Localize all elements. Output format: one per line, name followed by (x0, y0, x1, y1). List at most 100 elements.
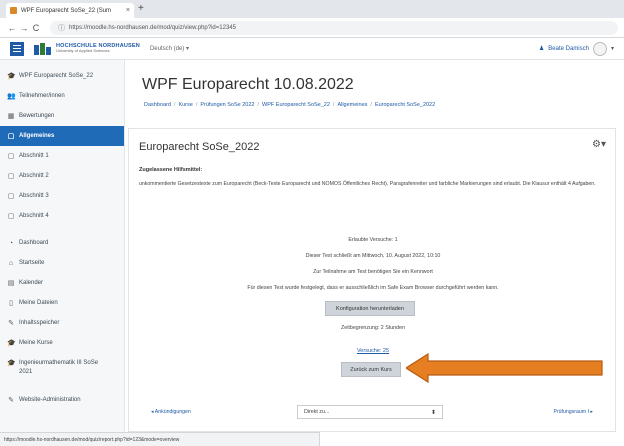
sidebar-item-ingenieurmathematik-iii-sose-2021[interactable]: 🎓 Ingenieurmathematik III SoSe 2021 (0, 353, 124, 383)
sidebar-item-label: Website-Administration (19, 397, 81, 403)
users-icon: 👥 (7, 93, 16, 100)
top-navbar: HOCHSCHULE NORDHAUSEN University of Appl… (0, 38, 624, 60)
sidebar-item-abschnitt-2[interactable]: ▢ Abschnitt 2 (0, 166, 124, 186)
reload-icon[interactable]: C (30, 23, 42, 33)
sidebar-item-label: Allgemeines (19, 133, 55, 139)
sidebar-item-allgemeines[interactable]: ▢ Allgemeines (0, 126, 124, 146)
sidebar-item-wpf-europarecht-sose-22[interactable]: 🎓 WPF Europarecht SoSe_22 (0, 66, 124, 86)
folder-icon: ▢ (7, 213, 15, 220)
sidebar-item-kalender[interactable]: ▤ Kalender (0, 273, 124, 293)
sidebar-item-label: Inhaltsspeicher (19, 320, 60, 326)
sidebar-item-label: Kalender (19, 280, 44, 286)
page-title: WPF Europarecht 10.08.2022 (142, 76, 354, 93)
previous-activity-link[interactable]: ◂ Ankündigungen (151, 409, 191, 415)
menu-toggle-icon[interactable] (10, 41, 24, 56)
dashboard-icon: ◔ (8, 239, 14, 247)
page-header: WPF Europarecht 10.08.2022 Dashboard / Kur… (126, 60, 618, 126)
sidebar-item-site-admin[interactable]: ✎ Website-Administration (0, 390, 124, 410)
sidebar-item-abschnitt-4[interactable]: ▢ Abschnitt 4 (0, 206, 124, 226)
sidebar-item-abschnitt-1[interactable]: ▢ Abschnitt 1 (0, 146, 124, 166)
browser-tab-bar: WPF Europarecht SoSe_22 (Sum × + (0, 0, 624, 18)
logo-subtitle: University of Applied Sciences (56, 48, 110, 54)
password-notice: Zur Teilnahme am Test benötigen Sie ein … (313, 269, 433, 275)
wrench-icon: ✎ (8, 397, 14, 404)
lock-icon: ⓘ (58, 24, 65, 32)
url-text: https://moodle.hs-nordhausen.de/mod/quiz… (69, 24, 236, 31)
sidebar-item-label: Bewertungen (19, 113, 55, 119)
chevron-down-icon: ▾ (610, 46, 614, 52)
breadcrumb-link[interactable]: Europarecht SoSe_2022 (375, 102, 435, 108)
select-arrow-icon: ⬍ (430, 409, 436, 416)
folder-icon: ▢ (7, 193, 15, 200)
breadcrumb-link[interactable]: WPF Europarecht SoSe_22 (262, 102, 330, 108)
activity-navigation: ◂ Ankündigungen Direkt zu... ⬍ Prüfungsr… (129, 405, 617, 421)
breadcrumb-link[interactable]: Dashboard (144, 102, 171, 108)
calendar-icon: ▤ (7, 280, 15, 287)
quiz-title: Europarecht SoSe_2022 (139, 141, 260, 153)
annotation-arrow-icon (406, 353, 603, 383)
sidebar-item-teilnehmer-innen[interactable]: 👥 Teilnehmer/innen (0, 86, 124, 106)
sidebar-item-label: Dashboard (19, 240, 49, 246)
attempts-allowed: Erlaubte Versuche: 1 (348, 237, 398, 243)
quiz-card: Europarecht SoSe_2022 ⚙▾ Zugelassene Hil… (128, 128, 616, 432)
browser-status-bar: https://moodle.hs-nordhausen.de/mod/quiz… (0, 432, 320, 446)
sidebar-item-inhaltsspeicher[interactable]: ✎ Inhaltsspeicher (0, 313, 124, 333)
breadcrumb-link[interactable]: Prüfungen SoSe 2022 (200, 102, 254, 108)
sidebar-item-label: Meine Kurse (19, 340, 53, 346)
browser-tab[interactable]: WPF Europarecht SoSe_22 (Sum × (6, 3, 134, 18)
quiz-description: unkommentierte Gesetzestexte zum Europar… (139, 181, 596, 187)
sidebar-item-label: Abschnitt 1 (19, 153, 49, 159)
next-activity-link[interactable]: Prüfungsraum I ▸ (553, 409, 593, 415)
new-tab-icon[interactable]: + (138, 3, 144, 14)
breadcrumb-separator: / (173, 102, 176, 108)
user-name: Beate Damisch (548, 45, 589, 52)
sidebar-item-bewertungen[interactable]: ▦ Bewertungen (0, 106, 124, 126)
breadcrumb-link[interactable]: Kurse (178, 102, 192, 108)
home-icon: ⌂ (8, 259, 14, 267)
breadcrumb-separator: / (370, 102, 372, 108)
sidebar-item-meine-dateien[interactable]: ▯ Meine Dateien (0, 293, 124, 313)
quiz-close-date: Dieser Test schließt am Mittwoch, 10. Au… (305, 253, 441, 259)
jump-to-select[interactable]: Direkt zu... ⬍ (297, 405, 443, 419)
sidebar-item-label: Teilnehmer/innen (19, 93, 65, 99)
gear-icon[interactable]: ⚙▾ (592, 139, 606, 150)
back-icon[interactable]: ← (6, 23, 18, 33)
breadcrumb-separator: / (257, 102, 260, 108)
address-bar: ← → C ⓘ https://moodle.hs-nordhausen.de/… (0, 18, 624, 38)
user-menu[interactable]: ♟ Beate Damisch ▾ (539, 41, 614, 56)
sidebar-item-abschnitt-3[interactable]: ▢ Abschnitt 3 (0, 186, 124, 206)
folder-icon: ▢ (7, 133, 15, 140)
jump-to-value: Direkt zu... (304, 409, 330, 415)
language-menu[interactable]: Deutsch (de) ▾ (150, 45, 189, 52)
sidebar-item-label: Abschnitt 3 (19, 193, 49, 199)
breadcrumb: Dashboard / Kurse / Prüfungen SoSe 2022/WPF … (144, 102, 435, 108)
safe-browser-notice: Für diesen Test wurde festgelegt, dass e… (247, 285, 499, 291)
forward-icon[interactable]: → (18, 23, 30, 33)
breadcrumb-separator: / (195, 102, 198, 108)
sidebar-item-meine-kurse[interactable]: 🎓 Meine Kurse (0, 333, 124, 353)
pencil-icon: ✎ (8, 320, 14, 327)
tab-title: WPF Europarecht SoSe_22 (Sum (21, 7, 112, 14)
sidebar-item-startseite[interactable]: ⌂ Startseite (0, 253, 124, 273)
sidebar-item-dashboard[interactable]: ◔ Dashboard (0, 233, 124, 253)
folder-icon: ▢ (7, 153, 15, 160)
allowed-aids-heading: Zugelassene Hilfsmittel: (139, 167, 203, 173)
site-logo[interactable]: HOCHSCHULE NORDHAUSEN University of Appl… (34, 42, 140, 55)
sidebar-item-label: Abschnitt 4 (19, 213, 49, 219)
breadcrumb-separator: / (332, 102, 335, 108)
graduation-cap-icon: 🎓 (7, 360, 16, 367)
breadcrumb-link[interactable]: Allgemeines (337, 102, 367, 108)
sidebar-item-label: Startseite (19, 260, 45, 266)
course-sidebar: 🎓 WPF Europarecht SoSe_22 👥 Teilnehmer/inne… (0, 60, 125, 432)
graduation-cap-icon: 🎓 (7, 73, 16, 80)
bell-icon[interactable]: ♟ (539, 45, 544, 52)
close-tab-icon[interactable]: × (126, 7, 130, 14)
graduation-cap-icon: 🎓 (7, 340, 16, 347)
download-config-button[interactable]: Konfiguration herunterladen (325, 301, 415, 316)
back-to-course-button[interactable]: Zurück zum Kurs (341, 362, 401, 377)
logo-mark-icon (34, 42, 52, 55)
url-input[interactable]: ⓘ https://moodle.hs-nordhausen.de/mod/qu… (50, 20, 618, 35)
favicon-icon (10, 7, 17, 14)
time-limit: Zeitbegrenzung: 2 Stunden (341, 325, 405, 331)
file-icon: ▯ (9, 300, 13, 307)
